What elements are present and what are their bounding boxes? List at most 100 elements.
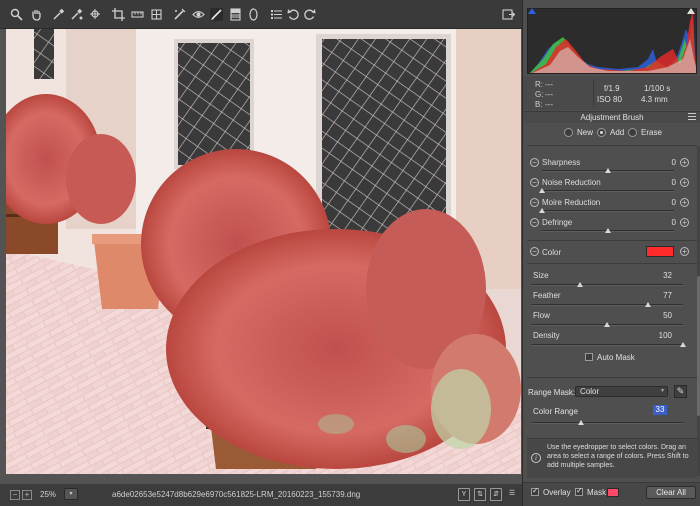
targeted-adjustment-icon[interactable] (89, 8, 102, 21)
r-label: R: (535, 80, 543, 89)
brush-track[interactable] (531, 344, 683, 346)
red-eye-icon[interactable] (192, 8, 205, 21)
slider-thumb[interactable] (539, 188, 545, 193)
slider-value: 0 (671, 158, 676, 167)
mask-checkbox[interactable] (575, 486, 583, 496)
slider-label: Noise Reduction (542, 178, 601, 187)
color-swatch[interactable] (646, 246, 674, 257)
mode-erase-label: Erase (641, 128, 662, 137)
transform-icon[interactable] (150, 8, 163, 21)
zoom-dropdown[interactable]: ▾ (64, 488, 78, 500)
photo-canvas[interactable] (6, 29, 521, 474)
crop-icon[interactable] (112, 8, 125, 21)
brush-track[interactable] (531, 284, 683, 286)
color-plus-icon[interactable]: + (680, 247, 689, 256)
range-mask-value: Color (580, 387, 600, 396)
iso-value: ISO 80 (597, 95, 622, 104)
auto-mask-checkbox[interactable] (585, 353, 593, 361)
brush-value: 77 (663, 291, 672, 300)
info-text: Use the eyedropper to select colors. Dra… (547, 444, 689, 469)
slider-label: Sharpness (542, 158, 581, 167)
eyedropper-icon[interactable]: ✎ (674, 385, 687, 398)
brush-thumb[interactable] (576, 282, 583, 287)
brush-label: Density (533, 331, 560, 340)
presets-icon[interactable] (270, 8, 283, 21)
mode-new-radio[interactable] (564, 128, 573, 137)
open-preferences-icon[interactable] (502, 8, 515, 21)
color-range-label: Color Range (533, 407, 578, 416)
panel-menu-icon[interactable] (688, 113, 696, 120)
slider-thumb[interactable] (605, 228, 611, 233)
b-value: --- (545, 100, 553, 109)
g-label: G: (535, 90, 544, 99)
brush-value: 32 (663, 271, 672, 280)
brush-track[interactable] (531, 304, 683, 306)
slider-track[interactable] (542, 190, 674, 192)
mode-add-radio[interactable] (597, 128, 606, 137)
mode-erase-radio[interactable] (628, 128, 637, 137)
slider-label: Defringe (542, 218, 573, 227)
straighten-icon[interactable] (131, 8, 144, 21)
graduated-filter-icon[interactable] (229, 8, 242, 21)
brush-label: Size (533, 271, 549, 280)
overlay-checkbox[interactable] (531, 486, 539, 496)
brush-mode-group: New Add Erase (523, 124, 700, 142)
separator (527, 263, 697, 264)
slider-plus-icon[interactable]: + (680, 178, 689, 187)
right-panel: R: --- G: --- B: --- f/1.9 1/100 s ISO 8… (522, 0, 700, 506)
swap-settings-icon[interactable]: ⇅ (474, 488, 486, 501)
highlight-clipping-icon[interactable] (687, 8, 695, 14)
r-value: --- (545, 80, 553, 89)
spot-removal-icon[interactable] (173, 8, 186, 21)
slider-plus-icon[interactable]: + (680, 218, 689, 227)
clear-all-button[interactable]: Clear All (646, 486, 696, 499)
zoom-level: 25% (40, 490, 57, 499)
mode-add-label: Add (610, 128, 625, 137)
zoom-out-button[interactable]: − (10, 490, 20, 500)
brush-thumb[interactable] (645, 302, 652, 307)
toggle-preview-icon[interactable]: ☰ (506, 488, 518, 501)
info-icon: i (531, 453, 541, 463)
slider-plus-icon[interactable]: + (680, 158, 689, 167)
rotate-right-icon[interactable] (303, 8, 316, 21)
separator (527, 145, 697, 146)
b-label: B: (535, 100, 543, 109)
adjustment-brush-icon[interactable] (210, 8, 223, 21)
mask-color-swatch[interactable] (607, 488, 619, 497)
slider-value: 0 (671, 218, 676, 227)
slider-plus-icon[interactable]: + (680, 198, 689, 207)
brush-thumb[interactable] (604, 322, 610, 327)
slider-minus-icon[interactable]: − (530, 218, 539, 227)
slider-track[interactable] (542, 210, 674, 212)
range-mask-label: Range Mask: (528, 388, 576, 397)
radial-filter-icon[interactable] (247, 8, 260, 21)
before-after-icon[interactable]: Y (458, 488, 470, 501)
hand-icon[interactable] (30, 8, 43, 21)
zoom-icon[interactable] (10, 8, 23, 21)
color-range-value[interactable]: 33 (653, 405, 667, 415)
slider-minus-icon[interactable]: − (530, 198, 539, 207)
range-mask-select[interactable]: Color ▾ (575, 386, 668, 397)
status-bar: − + 25% ▾ a6de02653e5247d8b629e6970c5618… (0, 484, 522, 506)
photo-image (6, 29, 521, 474)
color-sampler-icon[interactable] (70, 8, 83, 21)
slider-minus-icon[interactable]: − (530, 178, 539, 187)
readout-divider (593, 79, 594, 107)
separator (527, 377, 697, 378)
shadow-clipping-icon[interactable] (528, 8, 536, 14)
color-minus-icon[interactable]: − (530, 247, 539, 256)
copy-settings-icon[interactable]: ⇵ (490, 488, 502, 501)
brush-thumb[interactable] (680, 342, 686, 347)
slider-thumb[interactable] (539, 208, 545, 213)
color-range-thumb[interactable] (578, 420, 585, 425)
slider-thumb[interactable] (605, 168, 611, 173)
auto-mask-label: Auto Mask (597, 353, 635, 362)
chevron-down-icon: ▾ (660, 388, 664, 394)
white-balance-icon[interactable] (52, 8, 65, 21)
shutter-value: 1/100 s (644, 84, 671, 93)
zoom-in-button[interactable]: + (22, 490, 32, 500)
rotate-left-icon[interactable] (287, 8, 300, 21)
color-range-track[interactable] (531, 422, 683, 424)
brush-label: Flow (533, 311, 550, 320)
slider-minus-icon[interactable]: − (530, 158, 539, 167)
